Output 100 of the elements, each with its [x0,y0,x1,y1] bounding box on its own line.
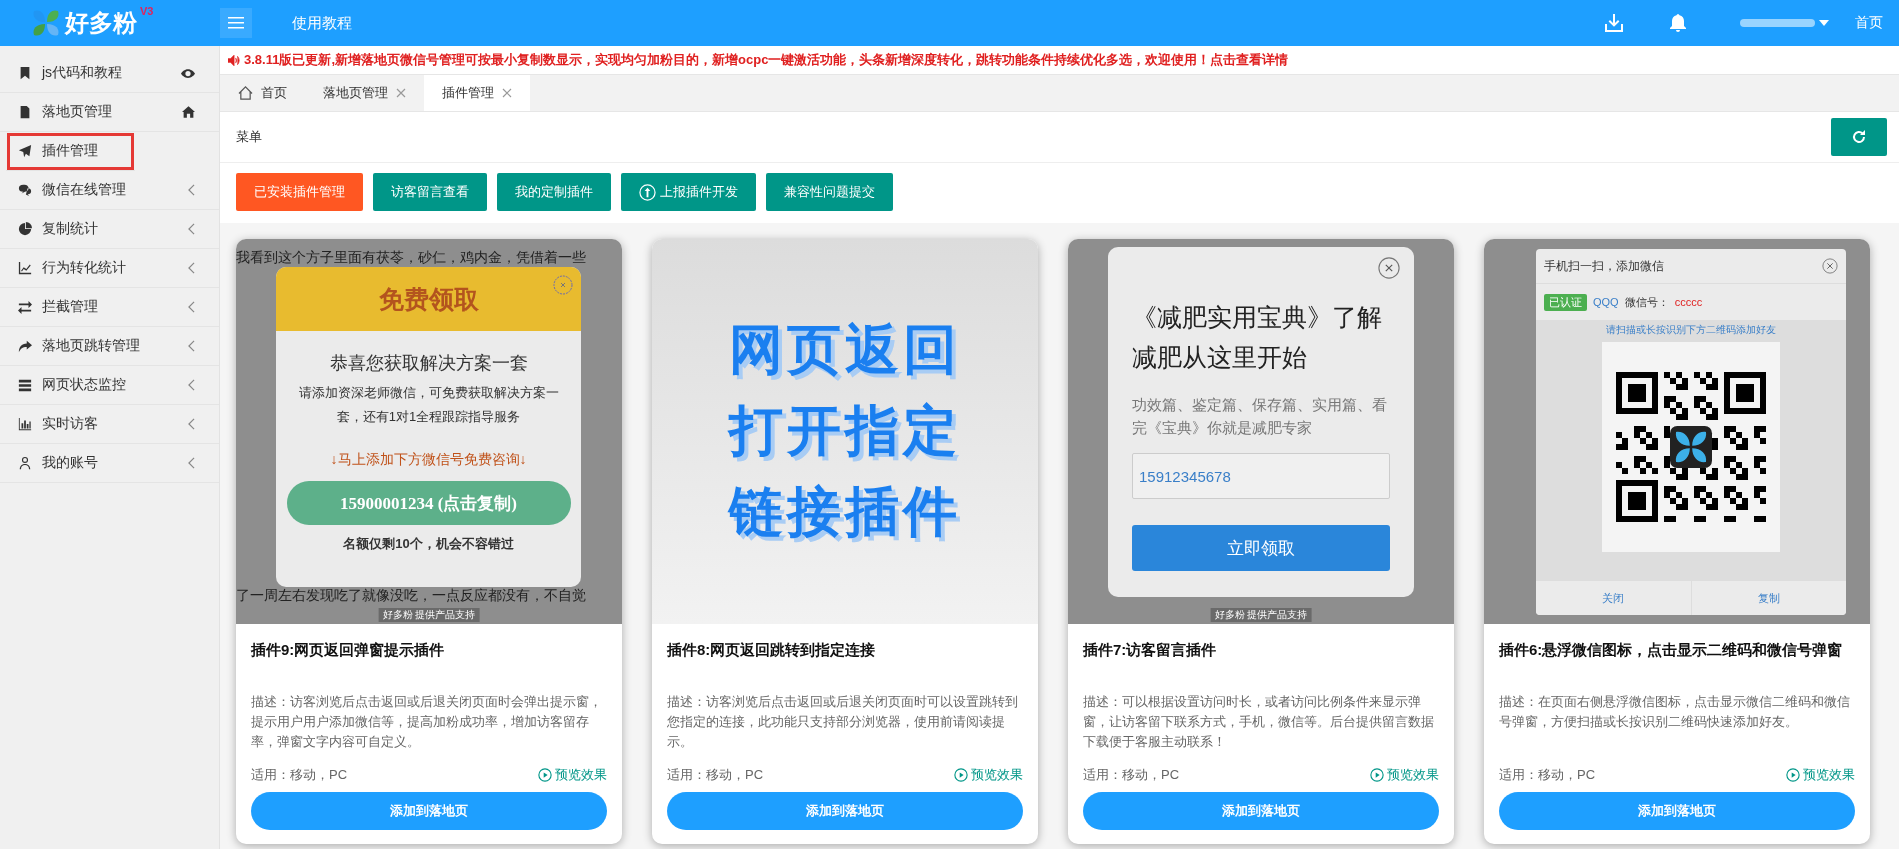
version-label: V3 [140,5,154,17]
popup-header-text: 手机扫一扫，添加微信 [1544,257,1664,275]
close-icon[interactable] [1822,258,1838,274]
wechat-id-label: 微信号： [1624,294,1669,310]
menu-button[interactable] [220,8,252,38]
popup-header-text: 免费领取 [378,283,479,315]
action-button[interactable]: 访客留言查看 [373,173,487,211]
play-icon [1370,768,1384,782]
sidebar-item[interactable]: 复制统计 [0,210,219,249]
list-icon [18,378,32,392]
pie-chart-icon [18,222,32,236]
platforms-text: 适用：移动，PC [251,766,348,784]
home-outline-icon [238,86,253,100]
sidebar-item[interactable]: 行为转化统计 [0,249,219,288]
document-icon [18,105,32,119]
close-icon[interactable] [553,275,573,295]
tab[interactable]: 首页 [220,75,305,111]
chevron-left-icon [188,184,195,196]
sidebar-item[interactable]: 我的账号 [0,444,219,483]
preview-link[interactable]: 预览效果 [538,766,607,784]
home-link[interactable]: 首页 [1855,14,1883,32]
phone-input-field[interactable]: 15912345678 [1132,453,1390,499]
chevron-left-icon [188,379,195,391]
chevron-left-icon [188,418,195,430]
sidebar-item[interactable]: 落地页管理 [0,93,219,132]
plugin-title: 插件9:网页返回弹窗提示插件 [251,640,446,660]
credit-text: 好多粉 提供产品支持 [378,608,480,622]
plugin-description: 描述：在页面右侧悬浮微信图标，点击显示微信二维码和微信号弹窗，方便扫描或长按识别二维码快速添加好友。 [1499,694,1851,731]
chevron-left-icon [188,301,195,313]
upload-icon [639,183,656,201]
add-to-page-button[interactable]: 添加到落地页 [1083,792,1439,830]
scan-hint: 请扫描或长按识别下方二维码添加好友 [1536,320,1846,340]
sidebar-item[interactable]: 实时访客 [0,405,219,444]
sidebar-item[interactable]: 网页状态监控 [0,366,219,405]
plugin-description: 描述：访客浏览后点击返回或后退关闭页面时会弹出提示窗，提示用户用户添加微信等，提高加粉成功率，增加访客留存率，弹窗文字内容可自定义。 [251,694,603,751]
download-icon[interactable] [1604,13,1624,33]
tab[interactable]: 插件管理 [424,75,530,111]
bell-icon[interactable] [1668,13,1688,33]
preview-link[interactable]: 预览效果 [954,766,1023,784]
plugin-description: 描述：访客浏览后点击返回或后退关闭页面时可以设置跳转到您指定的连接，此功能只支持部分浏览器，使用前请阅读提示。 [667,694,1019,751]
menu-icon [228,16,244,30]
credit-text: 好多粉 提供产品支持 [1210,608,1312,622]
popup-text: 功效篇、鉴定篇、保存篇、实用篇、看完《宝典》你就是减肥专家 [1132,395,1388,438]
refresh-button[interactable] [1831,118,1887,156]
plugin-title: 插件7:访客留言插件 [1083,640,1218,660]
user-icon [18,456,32,470]
close-icon[interactable] [502,88,512,98]
action-button[interactable]: 已安装插件管理 [236,173,363,211]
play-icon [1786,768,1800,782]
action-button[interactable]: 上报插件开发 [621,173,756,211]
popup-button[interactable]: 复制 [1690,581,1846,615]
popup-hint: ↓马上添加下方微信号免费咨询↓ [329,451,528,469]
home-icon [182,106,195,118]
sidebar-item[interactable]: 微信在线管理 [0,171,219,210]
platforms-text: 适用：移动，PC [1499,766,1596,784]
banner-heading: 网页返回 [729,318,961,381]
tutorial-link[interactable]: 使用教程 [292,13,352,33]
sidebar-item[interactable]: js代码和教程 [0,54,219,93]
popup-footer: 名额仅剩10个，机会不容错过 [276,535,581,553]
bar-chart-icon [18,417,32,431]
tab[interactable]: 落地页管理 [305,75,424,111]
forward-arrow-icon [18,339,32,353]
close-icon[interactable] [396,88,406,98]
chevron-left-icon [188,340,195,352]
panel-title: 菜单 [236,128,262,146]
verified-badge: 已认证 [1544,293,1587,311]
add-to-page-button[interactable]: 添加到落地页 [667,792,1023,830]
refresh-icon [1851,129,1867,145]
sidebar-item[interactable]: 插件管理 [6,132,135,171]
popup-text: 请添加资深老师微信，可免费获取解决方案一套，还有1对1全程跟踪指导服务 [297,384,560,426]
popup-heading: 《减肥实用宝典》了解减肥从这里开始 [1132,302,1383,373]
sidebar-item[interactable]: 落地页跳转管理 [0,327,219,366]
preview-link[interactable]: 预览效果 [1786,766,1855,784]
plugin-title: 插件8:网页返回跳转到指定连接 [667,640,877,660]
sidebar-item[interactable]: 拦截管理 [0,288,219,327]
chevron-left-icon [188,262,195,274]
wechat-id-value: ccccc [1674,296,1703,308]
close-icon[interactable] [1378,257,1400,279]
copy-number-button[interactable]: 15900001234 (点击复制) [286,481,571,525]
notice-bar[interactable]: 3.8.11版已更新,新增落地页微信号管理可按最小复制数显示，实现均匀加粉目的，新增ocpc一键激活功能，头条新增深度转化，跳转功能条件持续优化多选，欢迎使用！点击查看详情 [220,46,1899,74]
chat-bubbles-icon [18,183,32,197]
popup-heading: 恭喜您获取解决方案一套 [328,352,529,375]
caret-icon[interactable] [1819,20,1829,26]
paper-plane-icon [18,144,32,158]
add-to-page-button[interactable]: 添加到落地页 [251,792,607,830]
action-button[interactable]: 兼容性问题提交 [766,173,893,211]
plugin-description: 描述：可以根据设置访问时长，或者访问比例条件来显示弹窗，让访客留下联系方式，手机，微信等。后台提供留言数据下载便于客服主动联系！ [1083,694,1435,751]
action-button[interactable]: 我的定制插件 [497,173,611,211]
article-text: 了一周左右发现吃了就像没吃，一点反应都没有，不自觉 [236,587,587,605]
play-icon [954,768,968,782]
banner-heading: 链接插件 [729,480,961,543]
platforms-text: 适用：移动，PC [1083,766,1180,784]
preview-link[interactable]: 预览效果 [1370,766,1439,784]
chevron-left-icon [188,457,195,469]
claim-button[interactable]: 立即领取 [1132,525,1390,571]
add-to-page-button[interactable]: 添加到落地页 [1499,792,1855,830]
plugin-title: 插件6:悬浮微信图标，点击显示二维码和微信号弹窗 [1499,640,1844,660]
chevron-left-icon [188,223,195,235]
account-name: QQQ [1593,296,1619,308]
platforms-text: 适用：移动，PC [667,766,764,784]
